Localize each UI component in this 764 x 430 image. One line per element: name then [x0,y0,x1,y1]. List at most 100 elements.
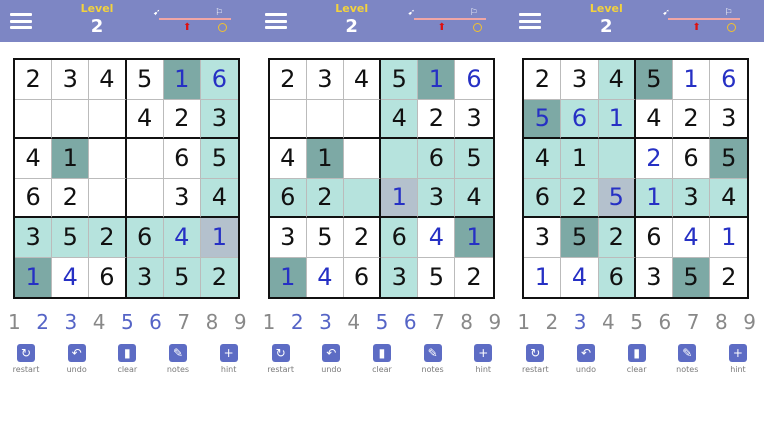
sudoku-cell[interactable]: 2 [710,257,748,297]
sudoku-cell[interactable]: 2 [524,60,562,100]
sudoku-cell[interactable]: 1 [635,178,673,218]
sudoku-cell[interactable]: 6 [524,178,562,218]
number-key-2[interactable]: 2 [546,310,559,336]
sudoku-cell[interactable]: 6 [126,218,164,258]
sudoku-cell[interactable]: 3 [269,218,307,258]
number-key-6[interactable]: 6 [149,310,162,336]
sudoku-cell[interactable]: 5 [52,218,90,258]
number-key-1[interactable]: 1 [8,310,21,336]
number-key-7[interactable]: 7 [687,310,700,336]
sudoku-cell[interactable]: 1 [561,139,599,179]
sudoku-cell[interactable]: 5 [381,60,419,100]
sudoku-cell[interactable]: 2 [269,60,307,100]
sudoku-cell[interactable]: 4 [381,99,419,139]
sudoku-cell[interactable]: 6 [455,60,493,100]
sudoku-cell[interactable]: 1 [418,60,456,100]
sudoku-cell[interactable]: 3 [672,178,711,218]
number-key-3[interactable]: 3 [64,310,77,336]
sudoku-cell[interactable]: 4 [455,178,493,218]
menu-icon[interactable] [264,13,287,29]
sudoku-cell[interactable]: 5 [598,178,636,218]
sudoku-cell[interactable]: 5 [635,60,673,100]
sudoku-cell[interactable]: 4 [306,257,344,297]
sudoku-cell[interactable]: 4 [598,60,636,100]
sudoku-cell[interactable]: 4 [163,218,201,258]
sudoku-cell[interactable] [126,139,164,179]
sudoku-cell[interactable]: 1 [524,257,562,297]
sudoku-cell[interactable] [15,99,53,139]
sudoku-cell[interactable]: 3 [710,99,748,139]
sudoku-cell[interactable]: 6 [163,139,201,179]
sudoku-cell[interactable]: 2 [672,99,711,139]
hint-button[interactable]: + hint [207,344,251,380]
sudoku-cell[interactable]: 4 [343,60,382,100]
sudoku-cell[interactable]: 3 [200,99,238,139]
number-key-1[interactable]: 1 [263,310,276,336]
menu-icon[interactable] [519,13,542,29]
number-key-9[interactable]: 9 [489,310,502,336]
number-key-7[interactable]: 7 [177,310,190,336]
sudoku-cell[interactable] [269,99,307,139]
sudoku-cell[interactable]: 2 [598,218,636,258]
sudoku-cell[interactable]: 5 [418,257,456,297]
sudoku-cell[interactable]: 2 [163,99,201,139]
sudoku-cell[interactable]: 2 [200,257,238,297]
clear-button[interactable]: ▮ clear [360,344,404,380]
sudoku-cell[interactable]: 3 [418,178,456,218]
sudoku-cell[interactable]: 5 [710,139,748,179]
sudoku-cell[interactable]: 3 [381,257,419,297]
number-key-8[interactable]: 8 [460,310,473,336]
sudoku-cell[interactable]: 6 [343,257,382,297]
sudoku-cell[interactable]: 4 [418,218,456,258]
sudoku-cell[interactable]: 1 [710,218,748,258]
number-key-9[interactable]: 9 [234,310,247,336]
sudoku-cell[interactable] [343,99,382,139]
sudoku-cell[interactable]: 5 [200,139,238,179]
sudoku-cell[interactable]: 4 [126,99,164,139]
sudoku-cell[interactable]: 1 [381,178,419,218]
sudoku-cell[interactable]: 4 [710,178,748,218]
number-key-6[interactable]: 6 [658,310,671,336]
sudoku-cell[interactable]: 6 [710,60,748,100]
sudoku-cell[interactable] [306,99,344,139]
number-key-3[interactable]: 3 [319,310,332,336]
sudoku-cell[interactable] [381,139,419,179]
undo-button[interactable]: ↶ undo [564,344,608,380]
sudoku-cell[interactable] [126,178,164,218]
number-key-2[interactable]: 2 [36,310,49,336]
sudoku-cell[interactable]: 1 [15,257,53,297]
sudoku-cell[interactable]: 5 [306,218,344,258]
number-key-4[interactable]: 4 [347,310,360,336]
sudoku-cell[interactable]: 3 [52,60,90,100]
number-key-4[interactable]: 4 [93,310,106,336]
sudoku-cell[interactable]: 5 [163,257,201,297]
sudoku-cell[interactable]: 4 [635,99,673,139]
sudoku-cell[interactable]: 6 [418,139,456,179]
sudoku-cell[interactable]: 6 [89,257,127,297]
sudoku-cell[interactable]: 3 [524,218,562,258]
sudoku-cell[interactable]: 1 [455,218,493,258]
sudoku-cell[interactable]: 6 [672,139,711,179]
sudoku-cell[interactable]: 5 [561,218,599,258]
restart-button[interactable]: ↻ restart [259,344,303,380]
sudoku-cell[interactable]: 3 [455,99,493,139]
sudoku-cell[interactable]: 2 [52,178,90,218]
sudoku-cell[interactable]: 3 [15,218,53,258]
sudoku-cell[interactable]: 6 [598,257,636,297]
sudoku-cell[interactable]: 6 [15,178,53,218]
sudoku-cell[interactable]: 2 [635,139,673,179]
sudoku-cell[interactable]: 3 [126,257,164,297]
sudoku-cell[interactable]: 5 [126,60,164,100]
number-key-9[interactable]: 9 [743,310,756,336]
notes-button[interactable]: ✎ notes [411,344,455,380]
sudoku-cell[interactable]: 2 [15,60,53,100]
sudoku-cell[interactable]: 3 [163,178,201,218]
undo-button[interactable]: ↶ undo [309,344,353,380]
sudoku-cell[interactable]: 6 [381,218,419,258]
number-key-8[interactable]: 8 [206,310,219,336]
number-key-6[interactable]: 6 [404,310,417,336]
clear-button[interactable]: ▮ clear [105,344,149,380]
number-key-5[interactable]: 5 [376,310,389,336]
sudoku-cell[interactable] [89,139,127,179]
sudoku-cell[interactable]: 4 [269,139,307,179]
